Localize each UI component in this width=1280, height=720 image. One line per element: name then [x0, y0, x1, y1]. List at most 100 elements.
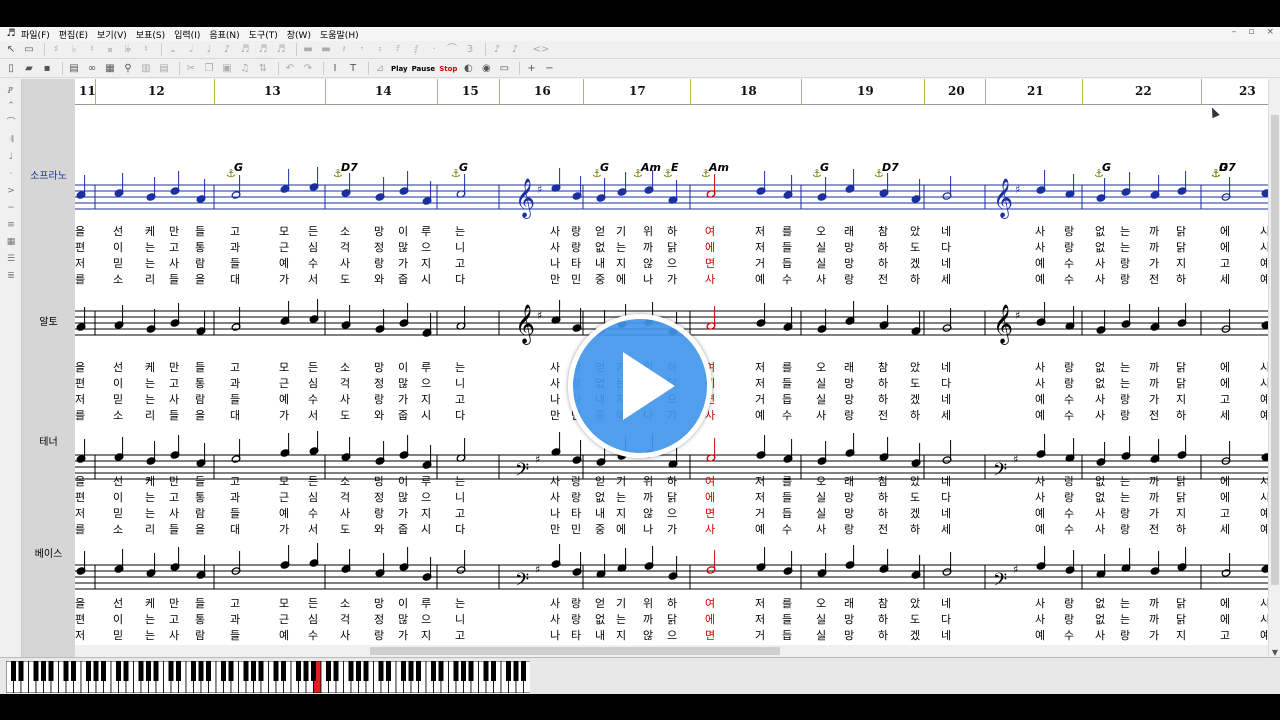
lyric-syllable[interactable]: 수 [1064, 273, 1074, 286]
lyric-syllable[interactable]: 서 [308, 523, 318, 536]
lyric-syllable[interactable]: 예 [279, 393, 289, 406]
lyric-syllable[interactable]: 지 [1176, 629, 1186, 642]
lyric-syllable[interactable]: 시 [1260, 613, 1268, 626]
piano-black-key[interactable] [273, 661, 279, 681]
lyric-syllable[interactable]: 저 [755, 225, 765, 238]
lyric-syllable[interactable]: 들 [230, 393, 240, 406]
lyric-syllable[interactable]: 까 [1149, 613, 1159, 626]
lyric-syllable[interactable]: 전 [878, 409, 888, 422]
lyric-syllable[interactable]: 하 [878, 256, 888, 270]
lyric-syllable[interactable]: 닭 [1176, 241, 1186, 254]
lyric-syllable[interactable]: 는 [145, 507, 155, 520]
lyric-syllable[interactable]: 나 [550, 257, 560, 270]
lyric-syllable[interactable]: 고 [230, 475, 240, 488]
lyric-syllable[interactable]: 없 [595, 241, 605, 254]
lyric-syllable[interactable]: 오 [816, 475, 826, 488]
lyric-syllable[interactable]: 만 [550, 409, 560, 422]
lyric-syllable[interactable]: 가 [667, 523, 677, 536]
lyric-syllable[interactable]: 을 [75, 225, 85, 238]
lyric-syllable[interactable]: 에 [1220, 241, 1230, 254]
lyric-syllable[interactable]: 래 [844, 225, 854, 238]
lyric-syllable[interactable]: 과 [230, 613, 240, 626]
piano-black-key[interactable] [48, 661, 54, 681]
lyric-syllable[interactable]: 는 [145, 629, 155, 642]
lyric-syllable[interactable]: 으 [667, 507, 677, 520]
lyric-syllable[interactable]: 거 [755, 629, 765, 642]
lyric-syllable[interactable]: 케 [145, 361, 155, 374]
lyric-syllable[interactable]: 없 [1095, 491, 1105, 504]
lyric-syllable[interactable]: 리 [145, 409, 155, 422]
lyric-syllable[interactable]: 모 [279, 225, 289, 238]
grid-icon[interactable]: ▦ [3, 235, 19, 249]
lyric-syllable[interactable]: 든 [308, 361, 318, 374]
lyric-syllable[interactable]: 루 [421, 361, 431, 374]
piano-black-key[interactable] [281, 661, 286, 681]
half-rest-icon[interactable]: ▬ [319, 43, 333, 57]
lyric-syllable[interactable]: 예 [1260, 507, 1268, 520]
measure-number[interactable]: 22 [1135, 84, 1152, 98]
lyric-syllable[interactable]: 예 [755, 273, 765, 286]
lyric-syllable[interactable]: 걱 [340, 241, 350, 254]
menu-tools[interactable]: 도구(T) [249, 28, 278, 41]
piano-black-key[interactable] [401, 661, 406, 681]
lyric-syllable[interactable]: 없 [595, 491, 605, 504]
lyric-syllable[interactable]: 지 [616, 507, 626, 520]
horizontal-scroll-thumb[interactable] [370, 647, 780, 655]
lyric-syllable[interactable]: 망 [844, 491, 854, 504]
eraser-icon[interactable]: ▭ [22, 43, 36, 57]
lyric-syllable[interactable]: 내 [595, 507, 605, 520]
lyric-syllable[interactable]: 고 [1220, 629, 1230, 642]
lyric-syllable[interactable]: 루 [421, 475, 431, 488]
lyric-syllable[interactable]: 랑 [1064, 597, 1074, 610]
piano-black-key[interactable] [408, 661, 414, 681]
lyric-syllable[interactable]: 을 [75, 597, 85, 610]
piano-black-key[interactable] [198, 661, 204, 681]
chord-symbol[interactable]: G [600, 161, 609, 174]
lyric-syllable[interactable]: 편 [75, 241, 85, 254]
double-sharp-icon[interactable]: 𝄪 [103, 43, 117, 57]
lyric-syllable[interactable]: 예 [279, 629, 289, 642]
lyric-syllable[interactable]: 고 [1220, 507, 1230, 520]
lyric-syllable[interactable]: 니 [455, 613, 465, 626]
lyric-syllable[interactable]: 예 [1260, 257, 1268, 270]
lyric-syllable[interactable]: 면 [705, 257, 715, 270]
piano-black-key[interactable] [168, 661, 174, 681]
lyric-syllable[interactable]: 네 [941, 475, 951, 488]
lyric-syllable[interactable]: 랑 [1064, 491, 1074, 504]
lyric-syllable[interactable]: 저 [755, 475, 765, 488]
lyric-syllable[interactable]: 리 [145, 273, 155, 286]
lyric-syllable[interactable]: 과 [230, 491, 240, 504]
lyric-syllable[interactable]: 시 [1260, 597, 1268, 610]
lyric-syllable[interactable]: 지 [421, 507, 431, 520]
piano-black-key[interactable] [228, 661, 234, 681]
piano-black-key[interactable] [153, 661, 159, 681]
lyric-syllable[interactable]: 까 [1149, 597, 1159, 610]
piano-black-key[interactable] [453, 661, 459, 681]
lyric-syllable[interactable]: 시 [1260, 361, 1268, 374]
lyric-syllable[interactable]: 만 [169, 361, 179, 374]
lyric-syllable[interactable]: 는 [616, 241, 626, 254]
lyric-syllable[interactable]: 선 [113, 475, 123, 488]
lyric-syllable[interactable]: 만 [550, 273, 560, 286]
lyric-syllable[interactable]: 실 [816, 629, 826, 642]
lyric-syllable[interactable]: 사 [340, 507, 350, 520]
lyric-syllable[interactable]: 가 [279, 409, 289, 422]
lyric-syllable[interactable]: 랑 [844, 523, 854, 536]
lyric-syllable[interactable]: 으 [421, 613, 431, 626]
lyric-syllable[interactable]: 대 [230, 523, 240, 536]
lyric-syllable[interactable]: 소 [340, 225, 350, 238]
lyric-syllable[interactable]: 사 [340, 393, 350, 406]
lyric-syllable[interactable]: 소 [340, 361, 350, 374]
lyric-syllable[interactable]: 사 [1095, 273, 1105, 286]
lyric-syllable[interactable]: 실 [816, 491, 826, 504]
lyric-syllable[interactable]: 까 [1149, 491, 1159, 504]
menu-staff[interactable]: 보표(S) [136, 28, 165, 41]
piano-black-key[interactable] [11, 661, 16, 681]
measure-number[interactable]: 15 [462, 84, 479, 98]
piano-black-key[interactable] [191, 661, 196, 681]
lyric-syllable[interactable]: 을 [75, 361, 85, 374]
lyric-syllable[interactable]: 를 [782, 361, 792, 374]
lyric-syllable[interactable]: 나 [643, 273, 653, 286]
lyric-syllable[interactable]: 랑 [1064, 613, 1074, 626]
piano-black-key[interactable] [138, 661, 144, 681]
